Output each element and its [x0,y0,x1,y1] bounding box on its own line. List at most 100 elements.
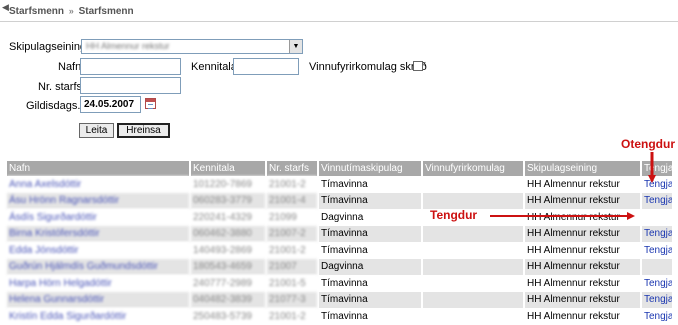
column-header-kennitala[interactable]: Kennitala [190,161,267,176]
tengja-link[interactable]: Tengja [641,242,674,259]
nr-starfs-cell: 21001-4 [266,192,319,209]
vinnufyrirkomulag-checkbox[interactable] [413,61,423,71]
vinnutimaskipulag-cell: Dagvinna [318,258,423,275]
vinnufyrirkomulag-cell [422,242,525,259]
gildisdags-input[interactable] [80,96,141,113]
table-row: Guðrún Hjálmdís Guðmundsdóttir 180543-46… [7,258,674,275]
kennitala-cell: 180543-4659 [190,258,267,275]
kennitala-cell: 250483-5739 [190,308,267,325]
vinnufyrirkomulag-cell [422,258,525,275]
annotation-otengdur: Otengdur [621,137,675,151]
tengja-link[interactable]: Tengja [641,176,674,193]
gildisdags-label: Gildisdags. [26,100,81,112]
tengja-link[interactable]: Tengja [641,225,674,242]
nafn-input[interactable] [80,58,181,75]
skipulagseining-cell: HH Almennur rekstur [524,275,642,292]
vinnufyrirkomulag-cell [422,192,525,209]
nr-starfs-cell: 21007 [266,258,319,275]
tengja-link[interactable]: Tengja [641,192,674,209]
skipulagseining-select[interactable]: HH Almennur rekstur ▼ [81,39,303,54]
breadcrumb-item-current: Starfsmenn [78,6,134,17]
vinnutimaskipulag-cell: Tímavinna [318,308,423,325]
skipulagseining-cell: HH Almennur rekstur [524,225,642,242]
nr-starfs-cell: 21001-2 [266,308,319,325]
leita-button[interactable]: Leita [79,123,114,138]
table-row: Edda Jónsdóttir 140493-2869 21001-2 Tíma… [7,242,674,259]
kennitala-cell: 240777-2989 [190,275,267,292]
employee-name-link[interactable]: Edda Jónsdóttir [7,242,191,259]
vinnutimaskipulag-cell: Dagvinna [318,209,423,226]
table-row: Harpa Hörn Helgadóttir 240777-2989 21001… [7,275,674,292]
skipulagseining-label: Skipulagseining [9,41,87,53]
kennitala-cell: 220241-4329 [190,209,267,226]
vinnutimaskipulag-cell: Tímavinna [318,225,423,242]
tengja-cell [641,209,674,226]
table-row: Ásu Hrönn Ragnarsdóttir 060283-3779 2100… [7,192,674,209]
employee-name-link[interactable]: Helena Gunnarsdóttir [7,291,191,308]
table-row: Kristín Edda Sigurðardóttir 250483-5739 … [7,308,674,325]
vinnufyrirkomulag-label: Vinnufyrirkomulag skráð [309,61,427,73]
calendar-icon[interactable] [145,98,156,109]
table-header-row: Nafn Kennitala Nr. starfs Vinnutímaskipu… [7,161,674,176]
vinnutimaskipulag-cell: Tímavinna [318,291,423,308]
column-header-nr-starfs[interactable]: Nr. starfs [266,161,319,176]
employee-name-link[interactable]: Ásdís Sigurðardóttir [7,209,191,226]
skipulagseining-cell: HH Almennur rekstur [524,176,642,193]
employee-name-link[interactable]: Kristín Edda Sigurðardóttir [7,308,191,325]
table-row: Birna Kristófersdóttir 060462-3880 21007… [7,225,674,242]
vinnutimaskipulag-cell: Tímavinna [318,275,423,292]
breadcrumb-bar: ◀ Starfsmenn » Starfsmenn [0,0,678,22]
column-header-tengja[interactable]: Tengja [641,161,674,176]
vinnutimaskipulag-cell: Tímavinna [318,176,423,193]
breadcrumb: Starfsmenn » Starfsmenn [9,6,134,17]
skipulagseining-cell: HH Almennur rekstur [524,192,642,209]
kennitala-cell: 040482-3839 [190,291,267,308]
tengja-link[interactable]: Tengja [641,308,674,325]
skipulagseining-cell: HH Almennur rekstur [524,209,642,226]
kennitala-cell: 060462-3880 [190,225,267,242]
tengja-link[interactable]: Tengja [641,291,674,308]
table-row: Ásdís Sigurðardóttir 220241-4329 21099 D… [7,209,674,226]
skipulagseining-cell: HH Almennur rekstur [524,242,642,259]
hreinsa-button[interactable]: Hreinsa [117,123,170,138]
nr-starfs-cell: 21001-5 [266,275,319,292]
nr-starfs-cell: 21001-2 [266,176,319,193]
column-header-nafn[interactable]: Nafn [7,161,191,176]
breadcrumb-separator: » [68,6,74,16]
dropdown-arrow-icon[interactable]: ▼ [289,40,302,53]
employee-table: Nafn Kennitala Nr. starfs Vinnutímaskipu… [7,161,674,325]
skipulagseining-cell: HH Almennur rekstur [524,291,642,308]
nafn-label: Nafn [58,61,82,73]
nr-starfs-input[interactable] [80,77,181,94]
nr-starfs-cell: 21007-2 [266,225,319,242]
employee-name-link[interactable]: Harpa Hörn Helgadóttir [7,275,191,292]
column-header-skipulagseining[interactable]: Skipulagseining [524,161,642,176]
vinnufyrirkomulag-cell [422,275,525,292]
kennitala-cell: 101220-7869 [190,176,267,193]
table-row: Anna Axelsdóttir 101220-7869 21001-2 Tím… [7,176,674,193]
employee-name-link[interactable]: Guðrún Hjálmdís Guðmundsdóttir [7,258,191,275]
tengja-link[interactable]: Tengja [641,275,674,292]
vinnutimaskipulag-cell: Tímavinna [318,192,423,209]
skipulagseining-cell: HH Almennur rekstur [524,308,642,325]
nr-starfs-label: Nr. starfs [38,81,83,93]
nr-starfs-cell: 21077-3 [266,291,319,308]
skipulagseining-selected-value: HH Almennur rekstur [86,41,170,51]
vinnufyrirkomulag-cell [422,225,525,242]
skipulagseining-cell: HH Almennur rekstur [524,258,642,275]
vinnufyrirkomulag-cell [422,176,525,193]
employee-name-link[interactable]: Ásu Hrönn Ragnarsdóttir [7,192,191,209]
vinnufyrirkomulag-cell [422,308,525,325]
vinnutimaskipulag-cell: Tímavinna [318,242,423,259]
column-header-vinnutimaskipulag[interactable]: Vinnutímaskipulag [318,161,423,176]
nr-starfs-cell: 21001-2 [266,242,319,259]
kennitala-cell: 140493-2869 [190,242,267,259]
employee-name-link[interactable]: Birna Kristófersdóttir [7,225,191,242]
vinnufyrirkomulag-cell [422,291,525,308]
column-header-vinnufyrirkomulag[interactable]: Vinnufyrirkomulag [422,161,525,176]
employee-name-link[interactable]: Anna Axelsdóttir [7,176,191,193]
kennitala-input[interactable] [233,58,299,75]
breadcrumb-item[interactable]: Starfsmenn [9,6,64,17]
nr-starfs-cell: 21099 [266,209,319,226]
back-chevron-icon[interactable]: ◀ [2,2,9,13]
